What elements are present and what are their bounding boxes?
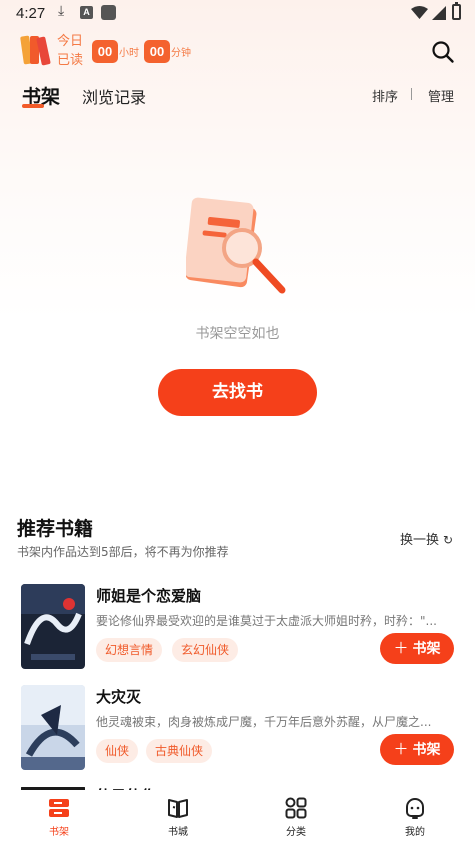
plus-icon: ＋ bbox=[393, 639, 409, 657]
nav-bookstore[interactable]: 书城 bbox=[148, 796, 208, 838]
add-to-shelf-button[interactable]: ＋书架 bbox=[380, 633, 454, 664]
book-cover[interactable] bbox=[21, 685, 85, 770]
nav-label: 我的 bbox=[405, 827, 425, 838]
shelf-tabs: 书架 浏览记录 排序 管理 bbox=[0, 80, 475, 110]
book-tag[interactable]: 古典仙侠 bbox=[146, 739, 213, 763]
sort-button[interactable]: 排序 bbox=[372, 86, 398, 105]
book-tag[interactable]: 幻想言情 bbox=[96, 638, 163, 662]
book-description: 要论修仙界最受欢迎的是谁莫过于太虚派大师姐时矜，时矜："... bbox=[96, 614, 437, 628]
wifi-icon bbox=[411, 6, 428, 19]
add-to-shelf-button[interactable]: ＋书架 bbox=[380, 734, 454, 765]
reading-time-header: 今日已读 00 小时 00 分钟 bbox=[0, 32, 475, 72]
nav-profile[interactable]: 我的 bbox=[385, 796, 445, 838]
plus-icon: ＋ bbox=[393, 740, 409, 758]
status-bar: 4:27 ⤓ A bbox=[0, 0, 475, 26]
tab-history[interactable]: 浏览记录 bbox=[82, 84, 146, 108]
battery-icon bbox=[452, 2, 461, 20]
nav-categories[interactable]: 分类 bbox=[266, 796, 326, 838]
app-logo-icon bbox=[20, 35, 52, 66]
manage-button[interactable]: 管理 bbox=[428, 86, 454, 105]
minutes-unit: 分钟 bbox=[171, 48, 191, 59]
bookshelf-icon bbox=[49, 799, 69, 817]
app-square-icon bbox=[101, 5, 116, 20]
empty-shelf-illustration bbox=[186, 197, 286, 294]
book-item[interactable]: 大灾灭 他灵魂被束，肉身被炼成尸魔，千万年后意外苏醒，从尸魔之... 仙侠 古典… bbox=[0, 685, 475, 775]
divider bbox=[411, 88, 412, 100]
book-tag[interactable]: 玄幻仙侠 bbox=[172, 638, 239, 662]
today-read-label: 今日已读 bbox=[57, 34, 84, 68]
search-icon[interactable] bbox=[431, 40, 455, 64]
nav-label: 书城 bbox=[168, 827, 188, 838]
nav-bookshelf[interactable]: 书架 bbox=[29, 796, 89, 838]
refresh-button[interactable]: 换一换 ↻ bbox=[400, 529, 453, 548]
nav-label: 书架 bbox=[49, 827, 69, 838]
book-item[interactable]: 师姐是个恋爱脑 要论修仙界最受欢迎的是谁莫过于太虚派大师姐时矜，时矜："... … bbox=[0, 584, 475, 674]
app-notification-icon: A bbox=[80, 6, 93, 19]
hours-value: 00 bbox=[92, 40, 118, 63]
refresh-icon: ↻ bbox=[443, 533, 454, 547]
find-books-button[interactable]: 去找书 bbox=[158, 369, 317, 416]
grid-icon bbox=[285, 797, 307, 819]
status-time: 4:27 bbox=[16, 5, 46, 22]
empty-shelf-message: 书架空空如也 bbox=[195, 326, 280, 342]
bottom-navigation: 书架 书城 分类 我的 bbox=[0, 790, 475, 844]
minutes-value: 00 bbox=[144, 40, 170, 63]
recommend-title: 推荐书籍 bbox=[17, 518, 94, 540]
book-title: 师姐是个恋爱脑 bbox=[96, 587, 202, 605]
hours-unit: 小时 bbox=[119, 48, 139, 59]
refresh-label: 换一换 bbox=[400, 533, 440, 548]
book-description: 他灵魂被束，肉身被炼成尸魔，千万年后意外苏醒，从尸魔之... bbox=[96, 715, 432, 729]
add-to-shelf-label: 书架 bbox=[412, 641, 441, 657]
add-to-shelf-label: 书架 bbox=[412, 742, 441, 758]
book-title: 大灾灭 bbox=[96, 688, 142, 706]
profile-icon bbox=[406, 798, 424, 819]
recommend-subtitle: 书架内作品达到5部后，将不再为你推荐 bbox=[17, 545, 229, 559]
nav-label: 分类 bbox=[286, 827, 306, 838]
tab-active-indicator bbox=[22, 104, 44, 108]
open-book-icon bbox=[168, 799, 188, 818]
book-tag[interactable]: 仙侠 bbox=[96, 739, 139, 763]
download-icon: ⤓ bbox=[58, 3, 65, 19]
signal-icon bbox=[432, 6, 446, 20]
book-cover[interactable] bbox=[21, 584, 85, 669]
